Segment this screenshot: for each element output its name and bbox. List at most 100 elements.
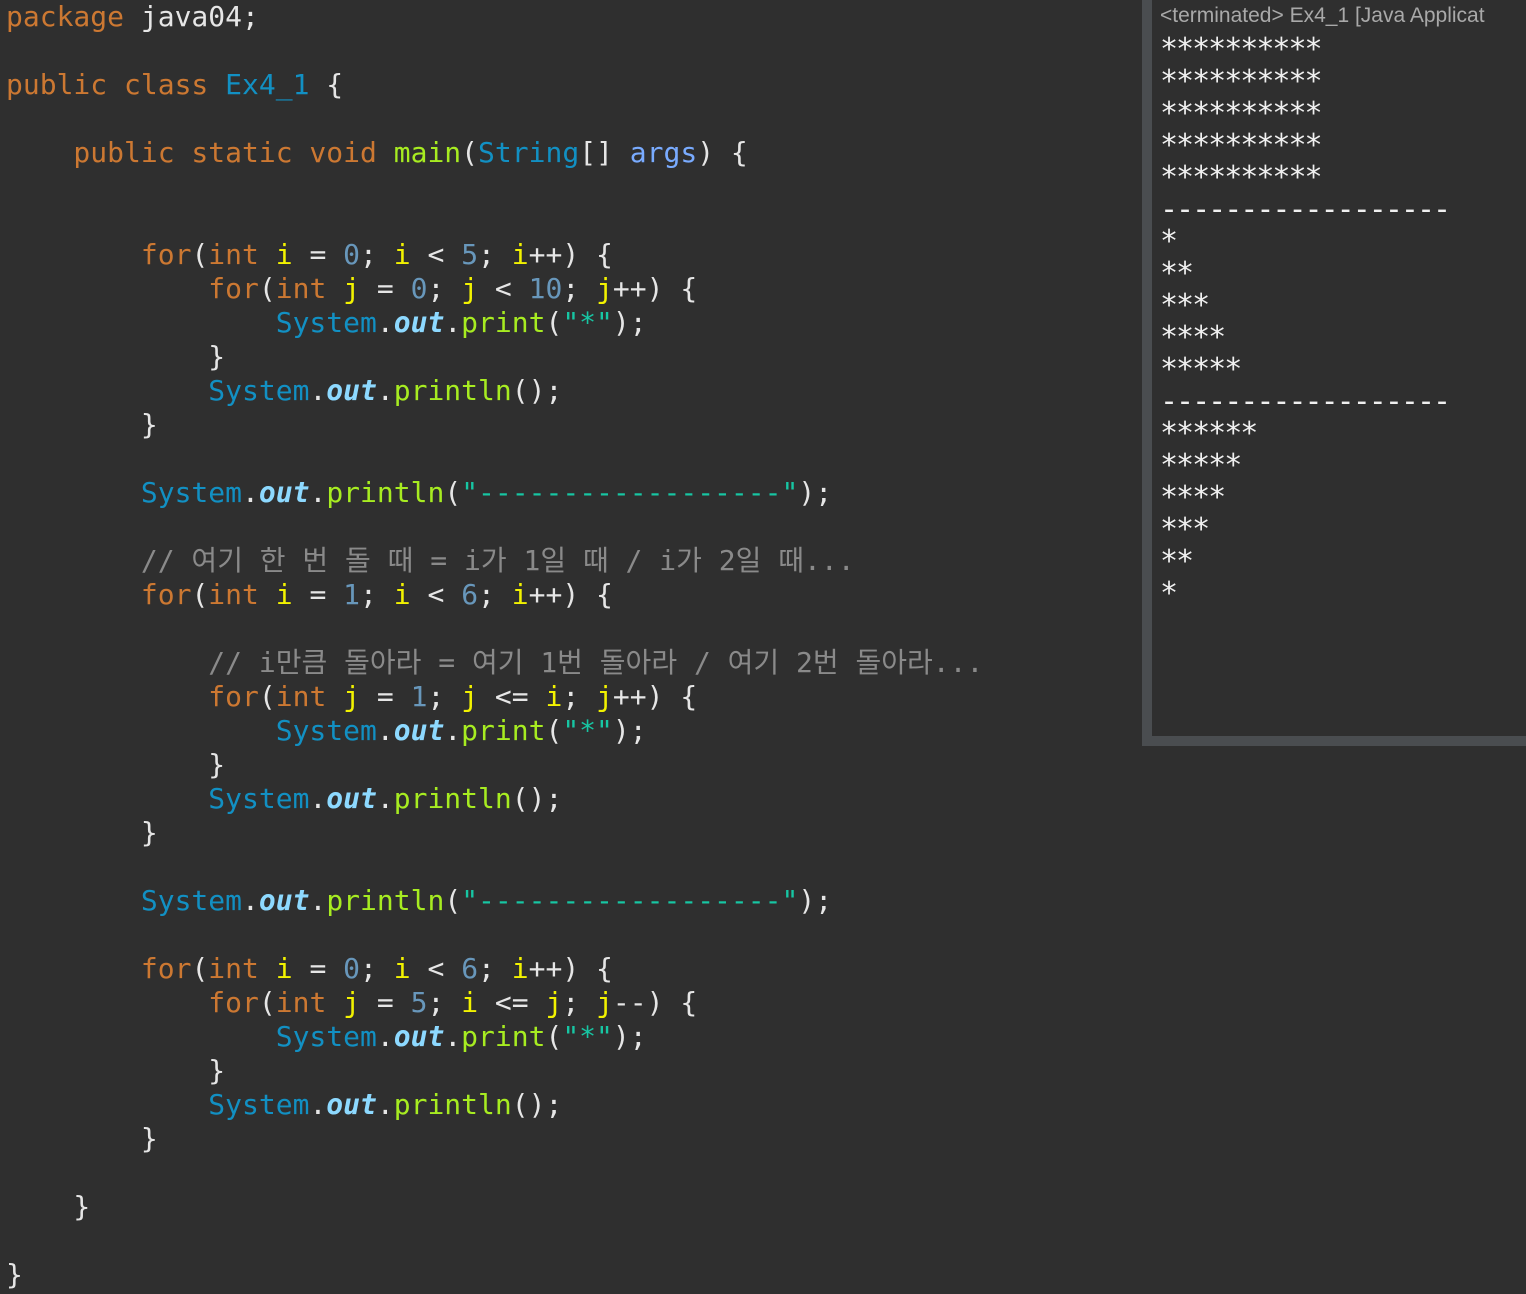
code-token: (); [511,782,563,815]
code-token: out [393,714,445,747]
code-line[interactable]: System.out.println(); [6,782,562,816]
code-line[interactable]: for(int i = 1; i < 6; i++) { [6,578,613,612]
code-line[interactable]: System.out.print("*"); [6,1020,647,1054]
code-token: = [292,578,344,611]
code-line[interactable]: System.out.print("*"); [6,714,647,748]
code-line[interactable]: for(int j = 0; j < 10; j++) { [6,272,697,306]
code-token: . [376,1020,394,1053]
code-token: ( [444,884,462,917]
console-line: * [1160,224,1178,259]
code-token: int [208,952,276,985]
code-line[interactable]: package java04; [6,0,259,34]
code-token: ; [427,272,462,305]
code-line[interactable]: // i만큼 돌아라 = 여기 1번 돌아라 / 여기 2번 돌아라... [6,646,983,680]
code-token: "*" [562,714,613,747]
code-token: ; [478,238,512,271]
console-line: ********** [1160,128,1323,163]
code-token: = [360,680,411,713]
code-token: for [6,238,192,271]
code-token: for [6,680,259,713]
console-line: ***** [1160,448,1242,483]
console-line: ********** [1160,64,1323,99]
code-token: } [6,1190,91,1223]
code-token: ; [478,578,512,611]
code-token: . [376,782,394,815]
code-token: ++) { [528,578,613,611]
code-token: . [309,782,327,815]
code-line[interactable]: } [6,1190,90,1224]
code-token: System [6,884,243,917]
code-token: < [478,272,529,305]
code-token: println [326,884,445,917]
code-token: for [6,986,259,1019]
code-token: print [461,306,546,339]
code-token: <= [478,986,546,1019]
code-token: . [376,306,394,339]
code-token: j [343,272,361,305]
code-token: public class [6,68,226,101]
code-token: for [6,272,259,305]
code-token: System [6,782,310,815]
code-token: 0 [410,272,428,305]
code-line[interactable]: for(int i = 0; i < 5; i++) { [6,238,613,272]
code-token: String [478,136,580,169]
code-line[interactable]: } [6,1122,158,1156]
code-token: ( [545,714,563,747]
code-token: ++) { [612,272,698,305]
code-line[interactable]: } [6,1054,225,1088]
code-line[interactable]: // 여기 한 번 돌 때 = i가 1일 때 / i가 2일 때... [6,544,855,578]
code-line[interactable]: public static void main(String[] args) { [6,136,747,170]
code-token: ( [258,680,276,713]
code-token: ( [444,476,462,509]
code-token: . [309,1088,327,1121]
code-line[interactable]: for(int j = 5; i <= j; j--) { [6,986,697,1020]
code-line[interactable]: for(int i = 0; i < 6; i++) { [6,952,613,986]
code-token: } [6,748,226,781]
code-token: ); [798,884,833,917]
code-line[interactable]: } [6,748,225,782]
code-token: 5 [410,986,428,1019]
code-token: < [410,952,462,985]
code-token: ; [360,578,394,611]
code-token: 0 [343,238,361,271]
code-token: ++) { [612,680,698,713]
code-line[interactable]: } [6,816,158,850]
code-token: j [545,986,563,1019]
code-line[interactable]: public class Ex4_1 { [6,68,343,102]
code-token: System [6,374,310,407]
code-line[interactable]: } [6,408,158,442]
code-token: int [208,238,276,271]
code-line[interactable]: System.out.print("*"); [6,306,647,340]
code-line[interactable]: } [6,340,225,374]
code-line[interactable]: for(int j = 1; j <= i; j++) { [6,680,697,714]
code-token: j [343,680,361,713]
code-token: i [545,680,563,713]
code-line[interactable]: System.out.println(); [6,374,562,408]
code-token: ; [427,680,462,713]
code-token: for [6,578,192,611]
code-line[interactable]: System.out.println(); [6,1088,562,1122]
code-token: . [242,476,259,509]
code-token: . [309,374,327,407]
code-token: ( [258,986,276,1019]
code-token: ); [612,1020,647,1053]
code-token: java04; [140,0,259,33]
console-line: ***** [1160,352,1242,387]
console-view[interactable]: <terminated> Ex4_1 [Java Applicat ******… [1142,0,1526,746]
code-token: . [376,374,394,407]
code-token: j [343,986,361,1019]
code-token: out [258,884,310,917]
code-line[interactable]: System.out.println("------------------")… [6,476,832,510]
code-line[interactable]: System.out.println("------------------")… [6,884,832,918]
code-token: // 여기 한 번 돌 때 = i가 1일 때 / i가 2일 때... [6,544,855,577]
code-token: System [6,1020,377,1053]
code-token: ( [191,952,209,985]
code-token: i [393,578,411,611]
code-token: println [393,1088,512,1121]
code-token: i [275,238,293,271]
code-token: package [6,0,141,33]
code-line[interactable]: } [6,1258,23,1292]
console-status-header: <terminated> Ex4_1 [Java Applicat [1160,4,1485,27]
code-editor[interactable]: package java04; public class Ex4_1 { publ… [0,0,1142,1294]
console-line: *** [1160,288,1210,323]
